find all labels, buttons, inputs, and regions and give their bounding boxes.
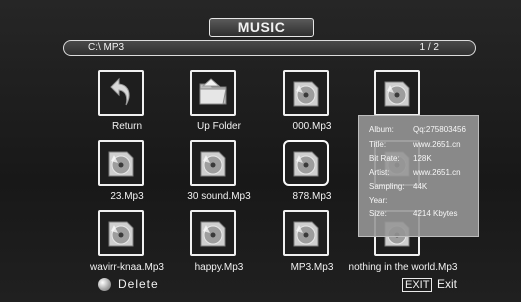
exit-key[interactable]: EXIT bbox=[402, 278, 433, 292]
music-file-icon bbox=[200, 151, 226, 177]
delete-button-icon[interactable] bbox=[98, 278, 111, 291]
info-title-label: Title: bbox=[369, 140, 387, 149]
exit-label: Exit bbox=[437, 277, 458, 291]
music-file-icon bbox=[200, 221, 226, 247]
file-tile[interactable] bbox=[190, 140, 236, 186]
page-indicator: 1 / 2 bbox=[419, 42, 439, 53]
file-label: nothing in the world.Mp3 bbox=[348, 262, 458, 273]
info-artist-value: www.2651.cn bbox=[413, 168, 461, 177]
file-label: 878.Mp3 bbox=[292, 191, 332, 202]
path-bar: C:\ MP3 1 / 2 bbox=[63, 40, 476, 56]
file-tile[interactable] bbox=[190, 210, 236, 256]
music-file-icon bbox=[108, 151, 134, 177]
music-file-icon bbox=[384, 81, 410, 107]
file-tile[interactable] bbox=[283, 70, 329, 116]
info-bitrate-label: Bit Rate: bbox=[369, 154, 400, 163]
info-sampling-label: Sampling: bbox=[369, 182, 405, 191]
info-bitrate-value: 128K bbox=[413, 154, 432, 163]
music-file-icon bbox=[108, 221, 134, 247]
info-artist-label: Artist: bbox=[369, 168, 390, 177]
file-tile[interactable] bbox=[283, 210, 329, 256]
info-album-value: Qq:275803456 bbox=[413, 125, 466, 134]
info-sampling-value: 44K bbox=[413, 182, 428, 191]
info-size-label: Size: bbox=[369, 209, 387, 218]
file-tile[interactable] bbox=[98, 140, 144, 186]
info-size-value: 4214 Kbytes bbox=[413, 209, 458, 218]
file-info-panel: Album: Qq:275803456 Title: www.2651.cn B… bbox=[358, 115, 479, 237]
folder-icon bbox=[199, 78, 227, 105]
music-file-icon bbox=[293, 81, 319, 107]
current-path: C:\ MP3 bbox=[88, 42, 125, 53]
file-tile[interactable] bbox=[374, 70, 420, 116]
music-file-icon bbox=[293, 151, 319, 177]
info-album-label: Album: bbox=[369, 125, 394, 134]
info-title-value: www.2651.cn bbox=[413, 140, 461, 149]
file-tile[interactable] bbox=[98, 210, 144, 256]
return-tile[interactable] bbox=[98, 70, 144, 116]
delete-label: Delete bbox=[118, 277, 159, 291]
info-year-label: Year: bbox=[369, 196, 388, 205]
music-file-icon bbox=[293, 221, 319, 247]
music-browser-screen: MUSIC C:\ MP3 1 / 2 Return Up Folder 000… bbox=[0, 0, 521, 302]
return-arrow-icon bbox=[110, 77, 130, 106]
file-label: 000.Mp3 bbox=[292, 121, 332, 132]
page-title: MUSIC bbox=[209, 18, 314, 37]
up-folder-tile[interactable] bbox=[190, 70, 236, 116]
file-tile-selected[interactable] bbox=[283, 140, 329, 186]
